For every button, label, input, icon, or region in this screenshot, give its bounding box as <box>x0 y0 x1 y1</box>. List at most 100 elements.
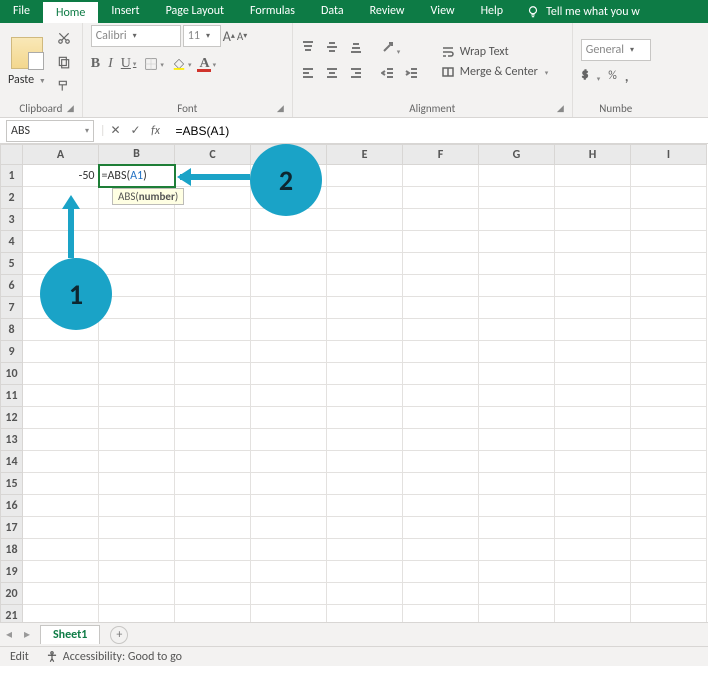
cell[interactable] <box>403 605 479 623</box>
cell[interactable] <box>631 495 707 517</box>
sheet-tab[interactable]: Sheet1 <box>40 625 100 644</box>
cell[interactable] <box>23 473 99 495</box>
cell[interactable] <box>23 495 99 517</box>
borders-button[interactable]: ▾ <box>144 57 164 71</box>
cell[interactable] <box>327 561 403 583</box>
cell[interactable] <box>99 341 175 363</box>
align-middle-button[interactable] <box>325 40 339 58</box>
cell[interactable] <box>327 517 403 539</box>
align-left-button[interactable] <box>301 66 315 84</box>
sheet-nav-next[interactable]: ▸ <box>18 627 36 642</box>
cell[interactable] <box>175 517 251 539</box>
cell[interactable] <box>251 429 327 451</box>
cell[interactable] <box>23 407 99 429</box>
cell[interactable] <box>175 187 251 209</box>
merge-center-button[interactable]: Merge & Center▾ <box>441 65 549 79</box>
col-header[interactable]: E <box>327 145 403 165</box>
row-header[interactable]: 21 <box>1 605 23 623</box>
cell[interactable] <box>327 363 403 385</box>
cell[interactable] <box>403 539 479 561</box>
cell[interactable] <box>23 341 99 363</box>
cell[interactable] <box>251 253 327 275</box>
cell[interactable] <box>631 429 707 451</box>
copy-button[interactable] <box>54 53 74 71</box>
align-top-button[interactable] <box>301 40 315 58</box>
worksheet-grid[interactable]: A B C D E F G H I 1 -50 =ABS(A1) 2345678… <box>0 144 708 622</box>
cell[interactable] <box>403 165 479 187</box>
cell[interactable] <box>631 363 707 385</box>
align-bottom-button[interactable] <box>349 40 363 58</box>
cell[interactable] <box>403 341 479 363</box>
cell[interactable] <box>99 583 175 605</box>
grow-font-button[interactable]: A▴ <box>223 28 235 45</box>
cell[interactable] <box>403 297 479 319</box>
formula-input[interactable] <box>172 122 708 140</box>
tab-pagelayout[interactable]: Page Layout <box>153 0 237 23</box>
cell[interactable] <box>175 539 251 561</box>
cell[interactable] <box>327 605 403 623</box>
row-header[interactable]: 8 <box>1 319 23 341</box>
font-name-combo[interactable]: Calibri▾ <box>91 25 181 47</box>
cell[interactable] <box>251 517 327 539</box>
cell[interactable] <box>631 583 707 605</box>
cell[interactable] <box>631 517 707 539</box>
col-header[interactable]: I <box>631 145 707 165</box>
row-header[interactable]: 3 <box>1 209 23 231</box>
col-header[interactable]: A <box>23 145 99 165</box>
cell[interactable] <box>479 429 555 451</box>
comma-button[interactable]: , <box>625 68 629 85</box>
cell[interactable] <box>631 319 707 341</box>
cell[interactable] <box>23 517 99 539</box>
cell[interactable] <box>479 495 555 517</box>
accessibility-status[interactable]: Accessibility: Good to go <box>45 650 182 664</box>
cell[interactable] <box>251 385 327 407</box>
cell[interactable] <box>555 341 631 363</box>
cell[interactable] <box>251 363 327 385</box>
col-header[interactable]: H <box>555 145 631 165</box>
cell[interactable] <box>175 209 251 231</box>
cell[interactable] <box>327 187 403 209</box>
cell[interactable] <box>175 407 251 429</box>
cell[interactable] <box>327 429 403 451</box>
cell[interactable] <box>23 451 99 473</box>
cell[interactable] <box>555 583 631 605</box>
row-header[interactable]: 16 <box>1 495 23 517</box>
cell[interactable] <box>99 605 175 623</box>
cell[interactable] <box>23 187 99 209</box>
tab-help[interactable]: Help <box>468 0 517 23</box>
accounting-format-button[interactable]: $▾ <box>581 67 601 85</box>
cell[interactable] <box>327 583 403 605</box>
row-header[interactable]: 20 <box>1 583 23 605</box>
row-header[interactable]: 17 <box>1 517 23 539</box>
cell[interactable] <box>403 385 479 407</box>
cell[interactable] <box>175 319 251 341</box>
cell[interactable] <box>327 253 403 275</box>
format-painter-button[interactable] <box>54 77 74 95</box>
cancel-button[interactable]: ✕ <box>106 123 126 138</box>
cell[interactable] <box>403 561 479 583</box>
cell[interactable] <box>479 187 555 209</box>
cell[interactable] <box>327 297 403 319</box>
cell[interactable] <box>251 275 327 297</box>
tab-review[interactable]: Review <box>357 0 418 23</box>
bold-button[interactable]: B <box>91 56 100 72</box>
cell[interactable] <box>99 253 175 275</box>
cell[interactable] <box>479 561 555 583</box>
row-header[interactable]: 7 <box>1 297 23 319</box>
cell[interactable] <box>175 473 251 495</box>
tab-home[interactable]: Home <box>43 0 98 23</box>
fill-color-button[interactable]: ▾ <box>172 57 192 71</box>
cell[interactable] <box>327 451 403 473</box>
cell[interactable] <box>175 583 251 605</box>
percent-button[interactable]: % <box>608 69 617 83</box>
cell[interactable] <box>99 495 175 517</box>
cell[interactable] <box>479 451 555 473</box>
row-header[interactable]: 10 <box>1 363 23 385</box>
row-header[interactable]: 13 <box>1 429 23 451</box>
cell[interactable] <box>555 297 631 319</box>
select-all-corner[interactable] <box>1 145 23 165</box>
cell[interactable] <box>327 319 403 341</box>
sheet-nav-prev[interactable]: ◂ <box>0 627 18 642</box>
cell[interactable] <box>175 451 251 473</box>
cell[interactable] <box>251 341 327 363</box>
